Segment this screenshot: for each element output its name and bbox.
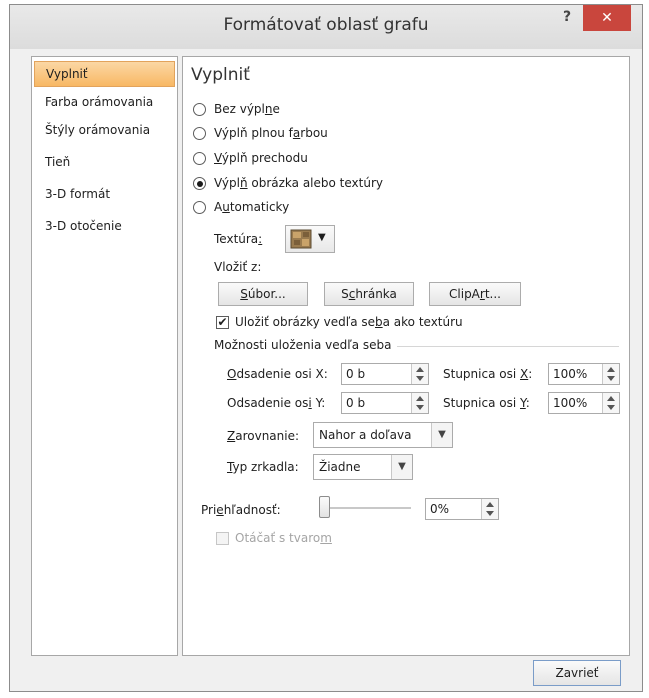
offset-x-spinner[interactable]: 0 b <box>341 363 429 385</box>
transparency-label: Priehľadnosť: <box>201 503 281 517</box>
transparency-spinner[interactable]: 0% <box>425 498 499 520</box>
clipart-button[interactable]: ClipArt... <box>429 282 521 306</box>
radio-no-fill[interactable] <box>193 103 206 116</box>
radio-picture-texture-fill[interactable] <box>193 177 206 190</box>
file-button[interactable]: Súbor... <box>218 282 308 306</box>
insert-from-label: Vložiť z: <box>214 260 262 274</box>
category-list: Vyplniť Farba orámovania Štýly orámovani… <box>31 56 178 656</box>
rotate-with-shape-label[interactable]: Otáčať s tvarom <box>235 531 332 545</box>
offset-y-label: Odsadenie osi Y: <box>227 396 326 410</box>
spin-arrows-icon[interactable] <box>411 364 428 384</box>
panel-heading: Vyplniť <box>191 65 250 85</box>
scale-x-label: Stupnica osi X: <box>443 367 533 381</box>
format-chart-area-dialog: Formátovať oblasť grafu ? ✕ Vyplniť Farb… <box>9 4 643 692</box>
radio-picture-texture-fill-label[interactable]: Výplň obrázka alebo textúry <box>214 176 383 190</box>
spin-arrows-icon[interactable] <box>602 364 619 384</box>
spin-arrows-icon[interactable] <box>411 393 428 413</box>
mirror-type-dropdown[interactable]: Žiadne ▼ <box>313 454 413 480</box>
nav-item-fill[interactable]: Vyplniť <box>34 61 175 87</box>
radio-gradient-fill-label[interactable]: Výplň prechodu <box>214 151 308 165</box>
radio-gradient-fill[interactable] <box>193 152 206 165</box>
transparency-slider-thumb[interactable] <box>319 496 330 518</box>
scale-y-value[interactable]: 100% <box>553 396 587 410</box>
nav-item-border-styles[interactable]: Štýly orámovania <box>34 117 175 143</box>
chevron-down-icon[interactable]: ▼ <box>391 455 412 479</box>
chevron-down-icon[interactable]: ▼ <box>431 423 452 447</box>
tiling-options-heading: Možnosti uloženia vedľa seba <box>214 338 392 352</box>
transparency-value[interactable]: 0% <box>430 502 449 516</box>
radio-solid-fill[interactable] <box>193 127 206 140</box>
radio-solid-fill-label[interactable]: Výplň plnou farbou <box>214 126 328 140</box>
tile-picture-checkbox[interactable]: ✔ <box>216 316 229 329</box>
clipboard-button[interactable]: Schránka <box>324 282 414 306</box>
rotate-with-shape-checkbox[interactable] <box>216 532 229 545</box>
alignment-dropdown[interactable]: Nahor a doľava ▼ <box>313 422 453 448</box>
offset-x-label: Odsadenie osi X: <box>227 367 328 381</box>
texture-swatch-icon <box>290 229 312 249</box>
alignment-label: Zarovnanie: <box>227 429 300 443</box>
help-button[interactable]: ? <box>554 9 580 31</box>
texture-picker-button[interactable]: ▼ <box>285 225 335 253</box>
radio-no-fill-label[interactable]: Bez výplne <box>214 102 280 116</box>
alignment-value: Nahor a doľava <box>319 428 412 442</box>
scale-x-value[interactable]: 100% <box>553 367 587 381</box>
nav-item-3d-rotation[interactable]: 3-D otočenie <box>34 213 175 239</box>
spin-arrows-icon[interactable] <box>602 393 619 413</box>
chevron-down-icon: ▼ <box>318 232 326 243</box>
section-divider <box>397 346 619 347</box>
dialog-title: Formátovať oblasť grafu <box>223 15 429 35</box>
radio-automatic-label[interactable]: Automaticky <box>214 200 289 214</box>
close-button[interactable]: Zavrieť <box>533 660 621 686</box>
tile-picture-label[interactable]: Uložiť obrázky vedľa seba ako textúru <box>235 315 463 329</box>
scale-x-spinner[interactable]: 100% <box>548 363 620 385</box>
fill-options-panel: Vyplniť Bez výplne Výplň plnou farbou Vý… <box>182 56 630 656</box>
close-window-button[interactable]: ✕ <box>583 5 631 31</box>
offset-x-value[interactable]: 0 b <box>346 367 365 381</box>
scale-y-spinner[interactable]: 100% <box>548 392 620 414</box>
nav-item-3d-format[interactable]: 3-D formát <box>34 181 175 207</box>
nav-item-border-color[interactable]: Farba orámovania <box>34 89 175 115</box>
title-bar[interactable]: Formátovať oblasť grafu ? ✕ <box>10 5 642 49</box>
offset-y-spinner[interactable]: 0 b <box>341 392 429 414</box>
scale-y-label: Stupnica osi Y: <box>443 396 530 410</box>
transparency-slider-track[interactable] <box>319 507 411 509</box>
mirror-type-label: Typ zrkadla: <box>227 460 299 474</box>
nav-item-shadow[interactable]: Tieň <box>34 149 175 175</box>
mirror-type-value: Žiadne <box>319 460 361 474</box>
spin-arrows-icon[interactable] <box>481 499 498 519</box>
texture-label: Textúra: <box>214 232 263 246</box>
offset-y-value[interactable]: 0 b <box>346 396 365 410</box>
radio-automatic[interactable] <box>193 201 206 214</box>
